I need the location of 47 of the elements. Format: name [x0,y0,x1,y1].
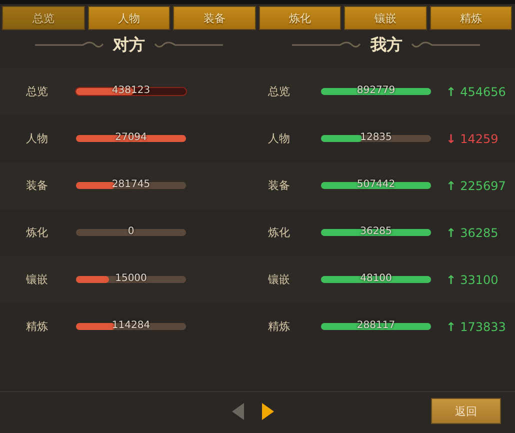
stat-label: 总览 [267,84,291,99]
stat-label: 炼化 [267,225,291,240]
stat-label: 镶嵌 [267,272,291,287]
stat-label: 精炼 [267,319,291,334]
stat-label: 精炼 [25,319,49,334]
ornament-icon [410,40,480,50]
trend-arrow: ↑ [446,178,456,192]
tab[interactable]: 炼化 [258,6,341,30]
difference-value: 33100 [460,272,498,286]
stat-label: 炼化 [25,225,49,240]
bar-value: 892779 [356,84,396,98]
tab[interactable]: 人物 [88,6,170,30]
tab[interactable]: 装备 [173,6,256,30]
trend-arrow: ↑ [446,84,456,98]
stat-label: 镶嵌 [25,272,49,287]
difference-value: 454656 [460,84,506,98]
stat-label: 装备 [25,178,49,193]
trend-arrow: ↑ [446,320,456,334]
difference-value: 36285 [460,226,498,240]
back-button[interactable]: 返回 [431,398,501,424]
ornament-icon [152,40,223,50]
bar-value: 507442 [356,178,396,192]
ornament-icon [34,40,105,50]
section-title: 对方 [112,34,145,56]
stat-label: 总览 [25,84,49,99]
ornament-icon [292,40,362,50]
stat-label: 人物 [267,131,291,146]
difference-value: 225697 [460,178,506,192]
bar-value: 0 [126,225,136,239]
tab[interactable]: 镶嵌 [344,6,426,30]
stat-label: 人物 [25,131,49,146]
bar-value: 36285 [359,225,393,239]
bar-value: 15000 [114,272,148,286]
difference-value: 14259 [460,132,498,146]
bar-value: 27094 [114,131,148,145]
difference-value: 173833 [460,320,506,334]
next-page-icon[interactable] [262,402,274,420]
section-title: 我方 [370,34,402,56]
bar-value: 12835 [359,131,393,145]
bar-value: 288117 [356,319,396,333]
trend-arrow: ↑ [446,272,456,286]
bar-value: 48100 [359,272,393,286]
stat-label: 装备 [267,178,291,193]
tab[interactable]: 总览 [2,6,84,30]
trend-arrow: ↓ [446,132,456,146]
trend-arrow: ↑ [446,226,456,240]
tab[interactable]: 精炼 [430,6,512,30]
